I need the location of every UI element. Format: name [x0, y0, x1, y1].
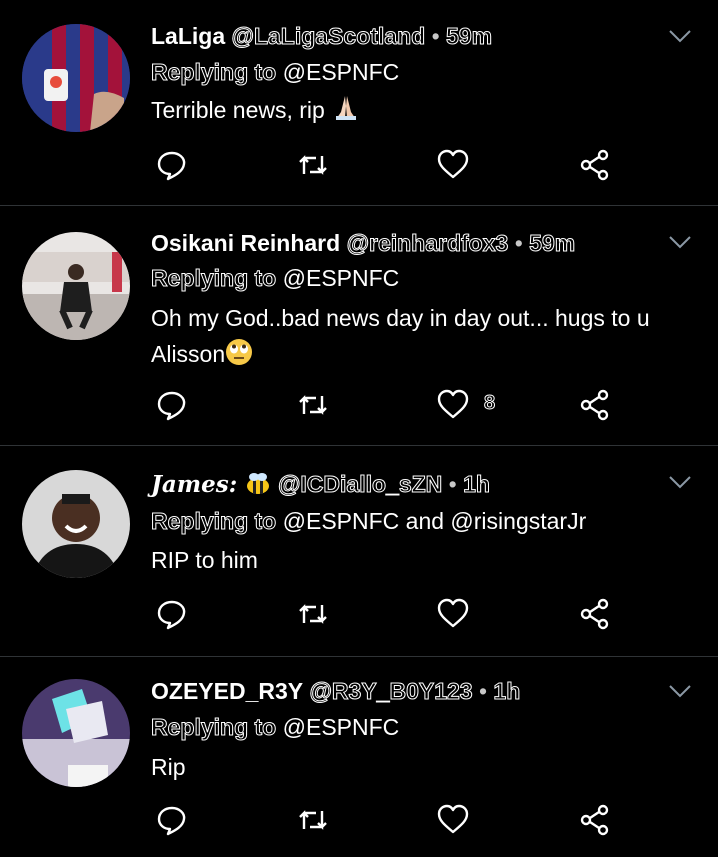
- avatar[interactable]: [22, 470, 130, 578]
- like-button[interactable]: [436, 388, 470, 422]
- chevron-down-icon[interactable]: [668, 28, 692, 44]
- replying-to-label: Replying to: [150, 59, 277, 86]
- reply-target[interactable]: @ESPNFC: [283, 59, 400, 85]
- tweet-header: OZEYED_R3Y @R3Y_B0Y123 • 1h: [151, 677, 521, 705]
- tweet-actions: [0, 597, 718, 637]
- retweet-button[interactable]: [296, 148, 330, 182]
- replying-to-label: Replying to: [150, 265, 277, 292]
- reply-icon: [157, 600, 186, 630]
- tweet-actions: [0, 148, 718, 188]
- avatar[interactable]: [22, 679, 130, 787]
- tweet-actions: 8: [0, 388, 718, 428]
- reply-target[interactable]: @ESPNFC: [283, 714, 400, 740]
- share-button[interactable]: [578, 597, 612, 631]
- reply-target[interactable]: @ESPNFC and @risingstarJr: [283, 508, 587, 534]
- tweet-item[interactable]: James: @ICDiallo_sZN • 1h Replying to @E…: [0, 446, 718, 657]
- user-handle[interactable]: @ICDiallo_sZN: [277, 471, 442, 498]
- separator-dot: •: [478, 678, 488, 704]
- tweet-text: Terrible news, rip: [151, 92, 701, 128]
- share-button[interactable]: [578, 148, 612, 182]
- tweet-header: James: @ICDiallo_sZN • 1h: [151, 470, 490, 499]
- chevron-down-icon[interactable]: [668, 474, 692, 490]
- reply-icon: [157, 151, 186, 181]
- share-button[interactable]: [578, 388, 612, 422]
- separator-dot: •: [448, 471, 457, 497]
- replying-to: Replying to @ESPNFC and @risingstarJr: [150, 507, 587, 535]
- tweet-item[interactable]: OZEYED_R3Y @R3Y_B0Y123 • 1h Replying to …: [0, 657, 718, 857]
- replying-to-label: Replying to: [150, 714, 277, 741]
- bee-emoji: [246, 473, 269, 494]
- share-button[interactable]: [578, 803, 612, 837]
- tweet-text: Oh my God..bad news day in day out... hu…: [151, 300, 701, 372]
- reply-target[interactable]: @ESPNFC: [283, 265, 400, 291]
- tweet-text-content: Rip: [151, 754, 186, 780]
- avatar[interactable]: [22, 24, 130, 132]
- user-handle[interactable]: @LaLigaScotland: [231, 23, 426, 50]
- separator-dot: •: [514, 230, 523, 256]
- timestamp: 59m: [529, 230, 576, 257]
- timestamp: 59m: [446, 23, 493, 50]
- retweet-icon: [299, 395, 327, 415]
- tweet-text-content: Terrible news, rip: [151, 97, 325, 123]
- like-button[interactable]: [436, 597, 470, 631]
- retweet-button[interactable]: [296, 388, 330, 422]
- share-icon: [580, 149, 609, 181]
- timestamp: 1h: [463, 471, 491, 498]
- heart-icon: [437, 804, 469, 834]
- reply-button[interactable]: [155, 148, 189, 182]
- share-icon: [580, 389, 609, 421]
- tweet-text: RIP to him: [151, 542, 701, 578]
- timestamp: 1h: [493, 678, 521, 705]
- retweet-button[interactable]: [296, 803, 330, 837]
- reply-button[interactable]: [155, 388, 189, 422]
- avatar[interactable]: [22, 232, 130, 340]
- tweet-text-content: RIP to him: [151, 547, 258, 573]
- display-name[interactable]: OZEYED_R3Y: [151, 678, 303, 704]
- tweet-item[interactable]: Osikani Reinhard @reinhardfox3 • 59m Rep…: [0, 206, 718, 446]
- display-name[interactable]: Osikani Reinhard: [151, 230, 340, 256]
- reply-button[interactable]: [155, 803, 189, 837]
- replying-to-label: Replying to: [150, 508, 277, 535]
- tweet-header: LaLiga @LaLigaScotland • 59m: [151, 22, 493, 50]
- retweet-icon: [299, 155, 327, 175]
- retweet-icon: [299, 810, 327, 830]
- like-count: 8: [483, 392, 496, 415]
- tweet-actions: [0, 803, 718, 843]
- reply-icon: [157, 806, 186, 836]
- tweet-text: Rip: [151, 749, 701, 785]
- display-name[interactable]: LaLiga: [151, 23, 225, 49]
- chevron-down-icon[interactable]: [668, 683, 692, 699]
- chevron-down-icon[interactable]: [668, 234, 692, 250]
- replying-to: Replying to @ESPNFC: [150, 713, 400, 741]
- retweet-button[interactable]: [296, 597, 330, 631]
- replying-to: Replying to @ESPNFC: [150, 58, 400, 86]
- display-name[interactable]: James:: [151, 471, 237, 498]
- user-handle[interactable]: @reinhardfox3: [346, 230, 509, 257]
- retweet-icon: [299, 604, 327, 624]
- share-icon: [580, 804, 609, 836]
- heart-icon: [437, 389, 469, 419]
- tweet-header: Osikani Reinhard @reinhardfox3 • 59m: [151, 229, 576, 257]
- share-icon: [580, 598, 609, 630]
- user-handle[interactable]: @R3Y_B0Y123: [309, 678, 473, 705]
- heart-icon: [437, 598, 469, 628]
- heart-icon: [437, 149, 469, 179]
- separator-dot: •: [431, 23, 440, 49]
- like-button[interactable]: [436, 803, 470, 837]
- tweet-item[interactable]: LaLiga @LaLigaScotland • 59m Replying to…: [0, 0, 718, 206]
- folded-hands-emoji: [336, 96, 357, 120]
- reply-icon: [157, 391, 186, 421]
- replying-to: Replying to @ESPNFC: [150, 264, 400, 292]
- reply-button[interactable]: [155, 597, 189, 631]
- rolling-eyes-emoji: [226, 339, 253, 365]
- like-button[interactable]: [436, 148, 470, 182]
